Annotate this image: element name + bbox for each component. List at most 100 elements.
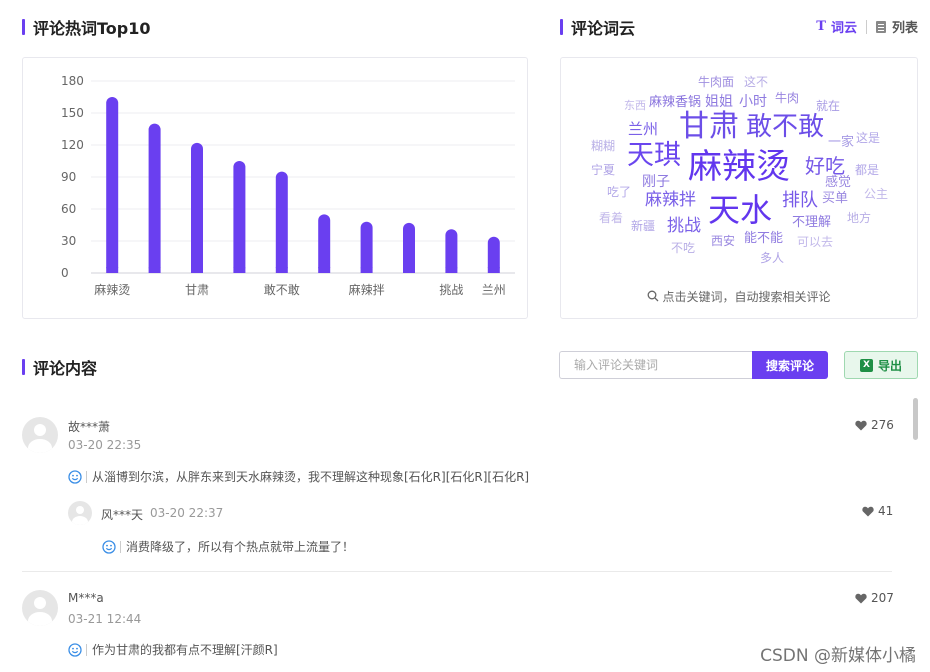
cloud-word[interactable]: 都是: [855, 164, 879, 176]
cloud-word[interactable]: 麻辣拌: [645, 192, 696, 209]
bar-base: [191, 267, 203, 273]
cloud-word[interactable]: 这是: [856, 132, 880, 144]
x-tick-label: 麻辣拌: [349, 282, 385, 297]
cloud-word[interactable]: 刚子: [642, 175, 670, 189]
cloud-word[interactable]: 天琪: [627, 142, 681, 169]
cloud-word[interactable]: 就在: [816, 100, 840, 112]
cloud-word[interactable]: 不吃: [671, 242, 695, 254]
comment-time: 03-20 22:35: [68, 438, 142, 452]
like-count[interactable]: 207: [855, 591, 894, 605]
cloud-word[interactable]: 买单: [822, 192, 848, 205]
avatar[interactable]: [68, 501, 92, 525]
word-cloud-panel: 牛肉面 这不东西 麻辣香锅 姐姐 小时 牛肉就在兰州 甘肃 敢不敢 一家 这是糊糊 天琪 麻辣烫 好吃都…: [560, 57, 918, 319]
comment-username[interactable]: M***a: [68, 591, 104, 605]
cloud-word[interactable]: 吃了: [607, 186, 631, 198]
cloud-word[interactable]: 西安: [711, 235, 735, 247]
bar-base: [148, 267, 161, 273]
y-tick-label: 0: [61, 266, 69, 280]
like-count[interactable]: 41: [862, 504, 893, 518]
cloud-word[interactable]: 好吃: [805, 156, 845, 176]
x-tick-label: 敢不敢: [264, 283, 300, 297]
bar-base: [403, 267, 415, 273]
watermark: CSDN @新媒体小橘: [760, 646, 916, 666]
hot-words-bar-chart: 0 30 60 90 120 150 180 麻辣烫 甘肃 敢不敢 麻辣拌 挑战 兰州: [61, 74, 515, 297]
cloud-word[interactable]: 敢不敢: [746, 114, 824, 140]
cloud-word[interactable]: 一家: [828, 136, 854, 149]
list-view-option[interactable]: 列表: [875, 17, 918, 36]
cloud-view-toggle: T 词云 列表: [816, 17, 918, 36]
bar: [233, 161, 246, 273]
bar-base: [106, 267, 119, 273]
cloud-word[interactable]: 糊糊: [591, 140, 615, 152]
x-tick-label: 挑战: [439, 283, 463, 297]
cloud-word[interactable]: 姐姐: [705, 95, 733, 109]
like-count-value: 276: [871, 418, 894, 432]
excel-icon: X: [859, 358, 873, 372]
comment-text-content: 作为甘肃的我都有点不理解[汗颜R]: [92, 643, 278, 657]
cloud-word[interactable]: 看着: [599, 212, 623, 224]
search-comments-button[interactable]: 搜索评论: [752, 351, 828, 379]
bar-base: [487, 267, 500, 273]
cloud-word[interactable]: 东西: [624, 100, 646, 111]
cloud-word[interactable]: 地方: [847, 212, 871, 224]
word-cloud-title: 评论词云: [560, 15, 635, 39]
x-tick-label: 兰州: [482, 283, 506, 297]
cloud-word[interactable]: 排队: [782, 192, 818, 210]
word-cloud-title-text: 评论词云: [571, 19, 636, 38]
cloud-word[interactable]: 可以去: [797, 236, 833, 248]
like-count[interactable]: 276: [855, 418, 894, 432]
search-icon: [648, 290, 659, 302]
cloud-view-option[interactable]: T 词云: [816, 17, 857, 36]
cloud-word[interactable]: 牛肉面: [698, 76, 734, 88]
cloud-word[interactable]: 能不能: [744, 232, 783, 245]
title-accent-bar: [560, 19, 563, 35]
y-tick-label: 180: [61, 74, 84, 88]
bar: [275, 171, 288, 273]
bar: [191, 142, 203, 273]
cloud-word[interactable]: 甘肃: [679, 112, 739, 142]
title-accent-bar: [22, 359, 25, 375]
like-count-value: 207: [871, 591, 894, 605]
cloud-word[interactable]: 感觉: [825, 176, 851, 189]
cloud-word[interactable]: 麻辣香锅: [649, 96, 701, 109]
y-tick-label: 90: [61, 170, 76, 184]
avatar[interactable]: [22, 417, 58, 453]
bar-base: [275, 267, 288, 273]
comment-text-content: 从淄博到尔滨，从胖东来到天水麻辣烫，我不理解这种现象[石化R][石化R][石化R…: [92, 470, 530, 484]
heart-icon: [855, 420, 867, 430]
cloud-word[interactable]: 新疆: [631, 220, 655, 232]
comment-username[interactable]: 故***萧: [68, 418, 110, 435]
scrollbar-thumb[interactable]: [913, 398, 918, 440]
smile-icon: [68, 469, 82, 484]
bar: [403, 222, 415, 273]
bar-base: [360, 267, 373, 273]
cloud-word[interactable]: 挑战: [667, 218, 701, 235]
cloud-word[interactable]: 不理解: [792, 216, 831, 229]
comment-time: 03-21 12:44: [68, 612, 142, 626]
cloud-word[interactable]: 兰州: [628, 122, 658, 137]
list-icon: [875, 20, 886, 33]
y-tick-label: 120: [61, 138, 84, 152]
y-tick-label: 150: [61, 106, 84, 120]
comment-search-input[interactable]: [559, 351, 753, 379]
cloud-word[interactable]: 宁夏: [591, 164, 615, 176]
cloud-word[interactable]: 牛肉: [775, 92, 799, 104]
cloud-word[interactable]: 小时: [739, 95, 767, 109]
export-button[interactable]: X 导出: [844, 351, 918, 379]
x-tick-label: 甘肃: [185, 283, 209, 297]
cloud-word[interactable]: 公主: [864, 188, 888, 200]
toggle-divider: [865, 19, 867, 34]
bar: [106, 97, 119, 273]
hot-words-title-text: 评论热词Top10: [33, 19, 151, 38]
avatar[interactable]: [22, 590, 58, 626]
bar: [148, 123, 161, 274]
cloud-word[interactable]: 多人: [760, 252, 784, 264]
cloud-view-label: 词云: [830, 21, 857, 36]
cloud-word[interactable]: 这不: [744, 76, 768, 88]
list-view-label: 列表: [891, 21, 918, 36]
cloud-word[interactable]: 麻辣烫: [688, 150, 790, 184]
smile-icon: [68, 642, 82, 657]
export-button-label: 导出: [877, 358, 902, 373]
cloud-word[interactable]: 天水: [708, 194, 772, 226]
reply-username[interactable]: 风***天: [101, 506, 143, 523]
